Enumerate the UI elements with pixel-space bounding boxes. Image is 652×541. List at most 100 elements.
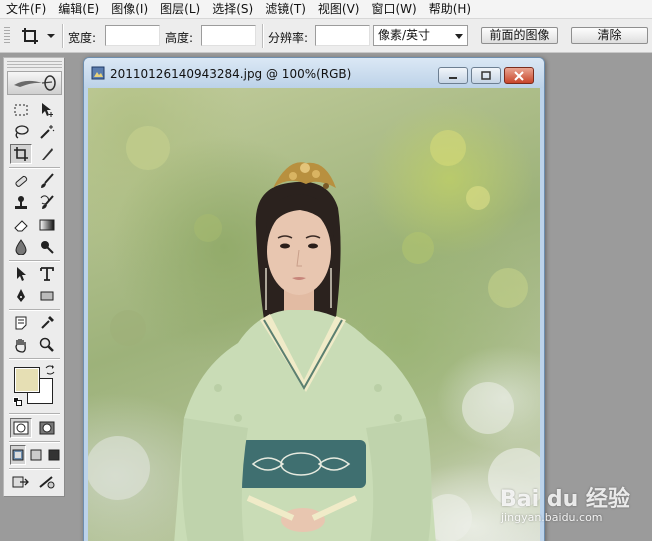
height-label: 高度: bbox=[165, 31, 194, 45]
options-separator bbox=[262, 24, 264, 48]
hand-tool[interactable] bbox=[10, 335, 32, 355]
feather-icon bbox=[13, 75, 56, 91]
foreground-color-swatch[interactable] bbox=[14, 367, 40, 393]
maximize-icon bbox=[481, 70, 491, 80]
portrait-photo bbox=[88, 126, 540, 541]
resolution-field[interactable] bbox=[315, 25, 370, 46]
menu-layer[interactable]: 图层(L) bbox=[154, 0, 206, 19]
menu-image[interactable]: 图像(I) bbox=[105, 0, 154, 19]
type-tool[interactable] bbox=[36, 264, 58, 284]
menu-bar: 文件(F) 编辑(E) 图像(I) 图层(L) 选择(S) 滤镜(T) 视图(V… bbox=[0, 0, 652, 19]
chevron-down-icon bbox=[455, 34, 463, 39]
healing-brush-icon bbox=[15, 175, 28, 187]
standard-mode-button[interactable] bbox=[10, 418, 32, 438]
tool-separator bbox=[9, 468, 60, 470]
shape-icon bbox=[40, 291, 54, 301]
width-label: 宽度: bbox=[68, 31, 97, 45]
screen-mode-standard[interactable] bbox=[10, 445, 26, 465]
quick-mask-button[interactable] bbox=[36, 418, 58, 438]
menu-file[interactable]: 文件(F) bbox=[0, 0, 52, 19]
gradient-tool[interactable] bbox=[36, 215, 58, 235]
magic-wand-tool[interactable] bbox=[36, 122, 58, 142]
tool-separator bbox=[9, 358, 60, 360]
notes-tool[interactable] bbox=[10, 313, 32, 333]
menu-edit[interactable]: 编辑(E) bbox=[52, 0, 105, 19]
magic-wand-icon bbox=[40, 125, 55, 139]
lasso-tool[interactable] bbox=[10, 122, 32, 142]
blur-tool[interactable] bbox=[10, 237, 32, 257]
clone-stamp-tool[interactable] bbox=[10, 193, 32, 213]
resolution-unit-value: 像素/英寸 bbox=[378, 28, 431, 42]
shape-tool[interactable] bbox=[36, 286, 58, 306]
options-bar: 宽度: 高度: 分辨率: 像素/英寸 前面的图像 清除 bbox=[0, 19, 652, 53]
minimize-button[interactable] bbox=[438, 67, 468, 84]
dodge-icon bbox=[41, 241, 54, 254]
resolution-label: 分辨率: bbox=[268, 31, 309, 45]
dodge-tool[interactable] bbox=[36, 237, 58, 257]
move-icon bbox=[42, 103, 53, 117]
type-icon bbox=[40, 267, 54, 281]
pen-icon bbox=[17, 289, 25, 302]
document-icon bbox=[91, 66, 105, 80]
menu-filter[interactable]: 滤镜(T) bbox=[259, 0, 312, 19]
height-field[interactable] bbox=[201, 25, 256, 46]
crop-icon bbox=[14, 147, 28, 161]
brush-icon bbox=[41, 173, 54, 188]
tool-separator bbox=[9, 413, 60, 415]
document-title: 20110126140943284.jpg @ 100%(RGB) bbox=[110, 67, 352, 81]
eyedropper-tool[interactable] bbox=[36, 313, 58, 333]
standard-screen-icon bbox=[12, 449, 24, 461]
move-tool[interactable] bbox=[36, 100, 58, 120]
watermark-url: jingyan.baidu.com bbox=[501, 511, 603, 524]
screen-mode-full-menu[interactable] bbox=[28, 445, 44, 465]
front-image-button[interactable]: 前面的图像 bbox=[481, 27, 558, 44]
resolution-unit-select[interactable]: 像素/英寸 bbox=[373, 25, 468, 46]
close-button[interactable] bbox=[504, 67, 534, 84]
document-title-bar[interactable]: 20110126140943284.jpg @ 100%(RGB) bbox=[84, 58, 544, 88]
maximize-button[interactable] bbox=[471, 67, 501, 84]
tool-separator bbox=[9, 260, 60, 262]
full-screen-icon bbox=[48, 449, 60, 461]
history-brush-tool[interactable] bbox=[36, 193, 58, 213]
pen-tool[interactable] bbox=[10, 286, 32, 306]
imageready-icon-button[interactable] bbox=[36, 472, 58, 492]
standard-mode-icon bbox=[13, 421, 29, 435]
menu-select[interactable]: 选择(S) bbox=[206, 0, 259, 19]
marquee-tool[interactable] bbox=[10, 100, 32, 120]
feather-logo-icon[interactable] bbox=[7, 71, 62, 95]
slice-tool[interactable] bbox=[36, 144, 58, 164]
notes-icon bbox=[15, 316, 27, 330]
width-field[interactable] bbox=[105, 25, 160, 46]
healing-brush-tool[interactable] bbox=[10, 171, 32, 191]
menu-view[interactable]: 视图(V) bbox=[312, 0, 366, 19]
eraser-tool[interactable] bbox=[10, 215, 32, 235]
eyedropper-icon bbox=[41, 316, 54, 329]
zoom-tool[interactable] bbox=[36, 335, 58, 355]
hand-icon bbox=[15, 339, 26, 353]
jump-to-imageready-button[interactable] bbox=[10, 472, 32, 492]
crop-tool[interactable] bbox=[10, 144, 32, 164]
menu-help[interactable]: 帮助(H) bbox=[423, 0, 477, 19]
default-colors-icon[interactable] bbox=[13, 397, 23, 407]
tool-palette-grip[interactable] bbox=[7, 61, 62, 70]
full-screen-menu-icon bbox=[30, 449, 42, 461]
close-icon bbox=[514, 70, 524, 81]
swap-colors-icon[interactable] bbox=[44, 364, 56, 376]
path-select-tool[interactable] bbox=[10, 264, 32, 284]
clone-stamp-icon bbox=[15, 196, 27, 209]
menu-window[interactable]: 窗口(W) bbox=[365, 0, 422, 19]
clear-button[interactable]: 清除 bbox=[571, 27, 648, 44]
history-brush-icon bbox=[40, 195, 54, 209]
lasso-icon bbox=[15, 125, 29, 139]
tool-separator bbox=[9, 441, 60, 443]
options-separator bbox=[62, 24, 64, 48]
quick-mask-icon bbox=[39, 421, 55, 435]
brush-tool[interactable] bbox=[36, 171, 58, 191]
image-canvas[interactable] bbox=[88, 88, 540, 541]
tool-palette bbox=[3, 57, 65, 497]
options-bar-grip[interactable] bbox=[4, 27, 10, 45]
chevron-down-icon bbox=[47, 34, 55, 38]
marquee-icon bbox=[14, 104, 28, 116]
screen-mode-full[interactable] bbox=[46, 445, 62, 465]
tool-preset-picker[interactable] bbox=[20, 25, 60, 47]
